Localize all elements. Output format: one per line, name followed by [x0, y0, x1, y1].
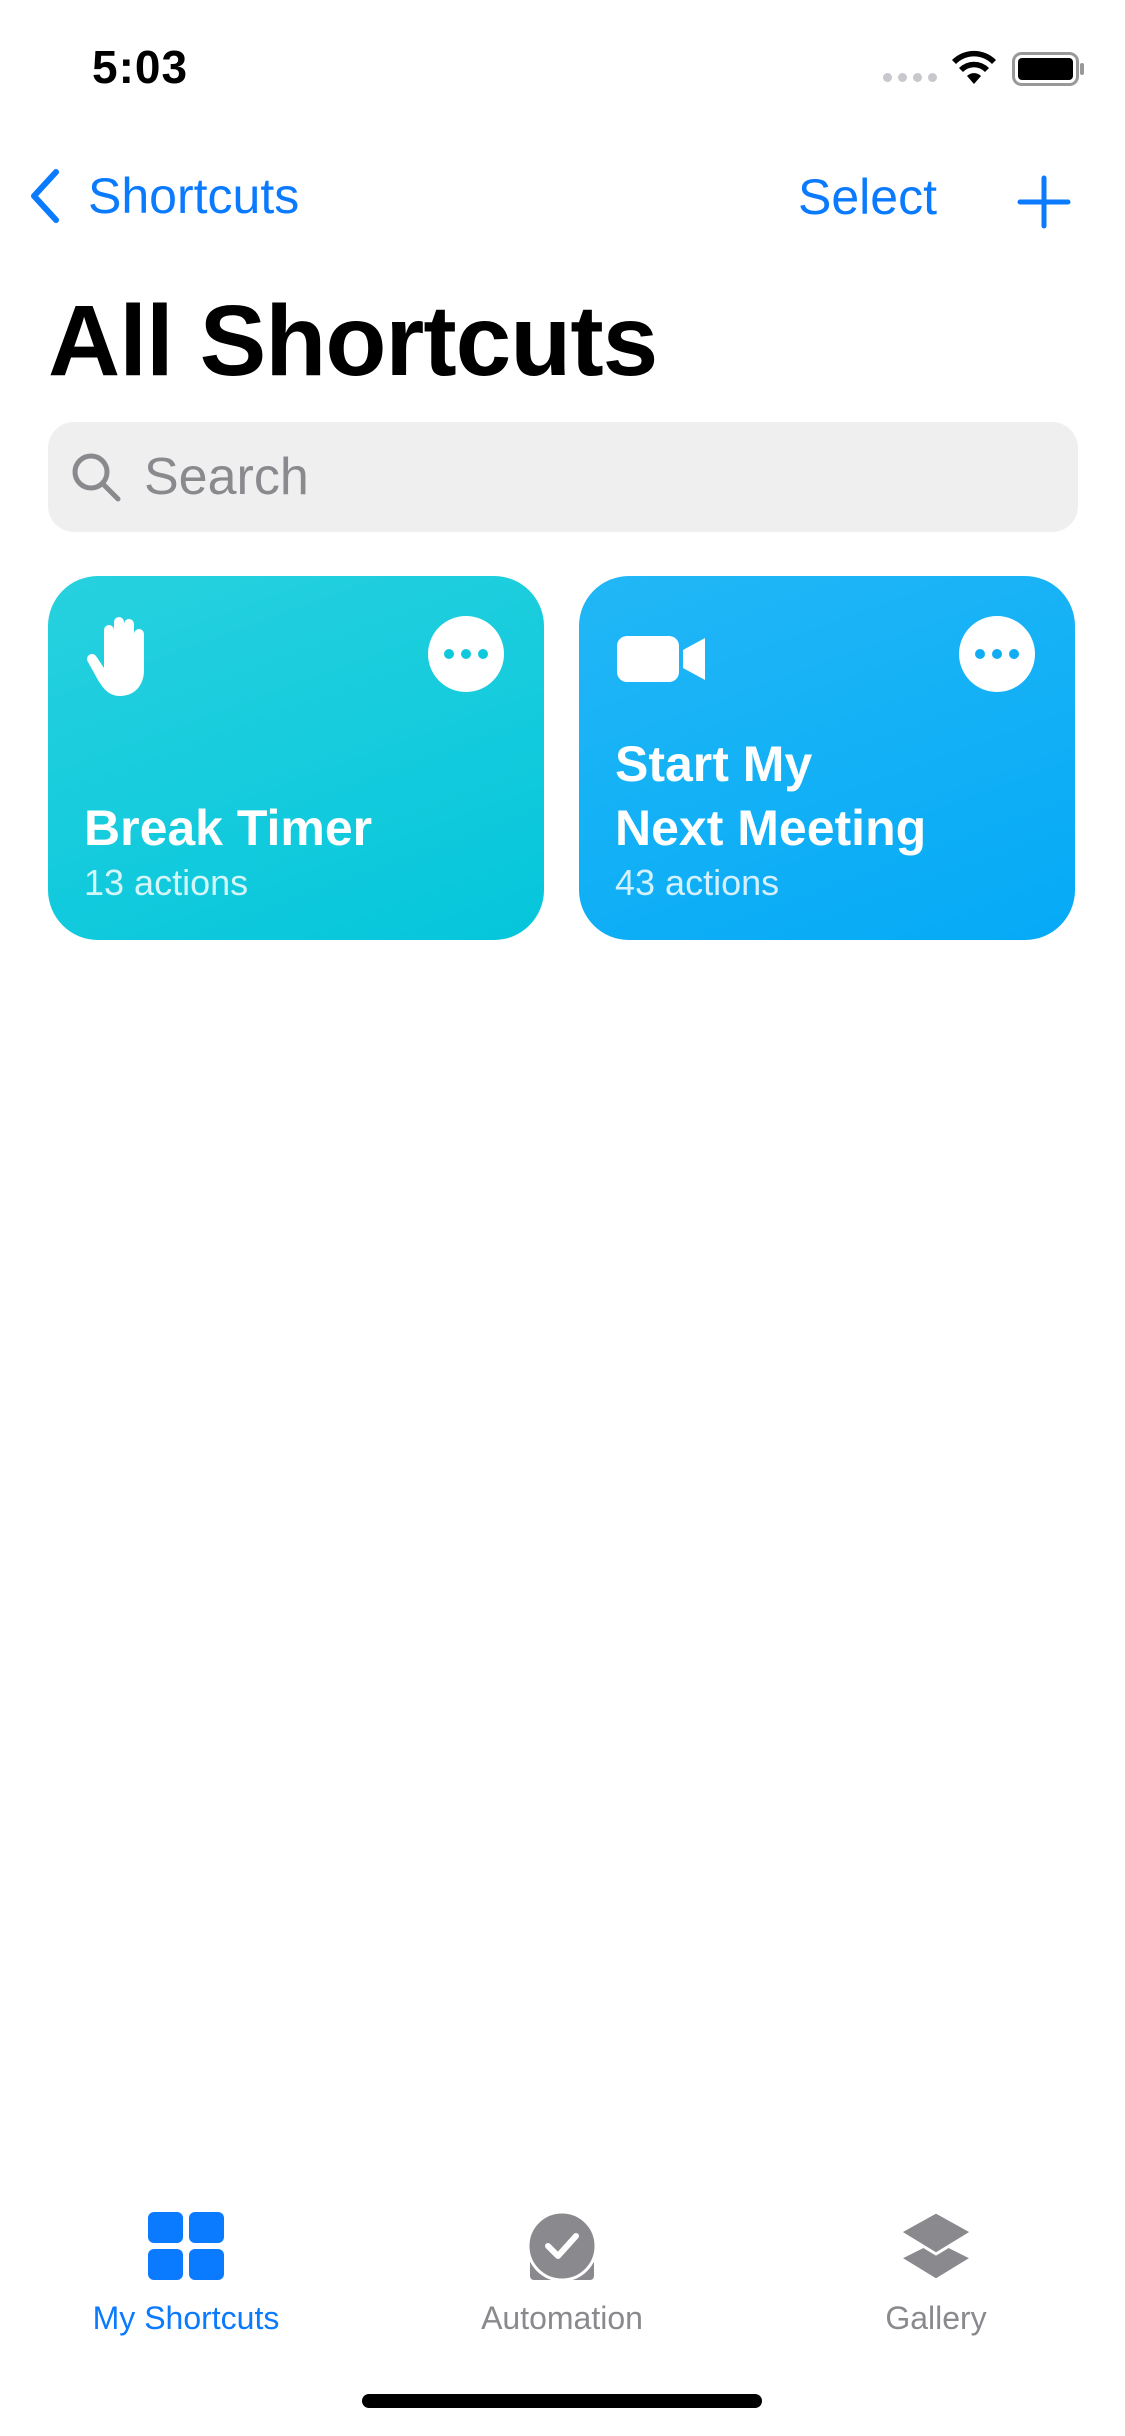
shortcut-title-line: Next Meeting — [615, 800, 927, 856]
wifi-icon — [952, 50, 996, 84]
tab-my-shortcuts[interactable]: My Shortcuts — [56, 2190, 316, 2340]
cellular-signal-icon — [883, 73, 937, 82]
tab-label: Gallery — [885, 2300, 987, 2336]
video-camera-icon — [617, 636, 705, 682]
select-button[interactable]: Select — [798, 168, 937, 226]
shortcut-tile-start-my-next-meeting[interactable]: Start My Next Meeting 43 actions — [579, 576, 1075, 940]
grid-icon — [148, 2212, 224, 2280]
shortcuts-screen: 5:03 Shortcuts Select All Shortcuts Sear… — [0, 0, 1125, 2436]
shortcut-title: Break Timer — [84, 800, 373, 856]
shortcut-action-count: 43 actions — [615, 862, 780, 903]
search-bar[interactable] — [48, 422, 1078, 532]
back-button-label: Shortcuts — [88, 168, 300, 224]
layers-icon — [898, 2210, 974, 2282]
tab-label: Automation — [481, 2300, 643, 2336]
chevron-left-icon — [31, 169, 59, 223]
battery-icon — [1012, 52, 1084, 86]
home-indicator[interactable] — [362, 2394, 762, 2408]
shortcut-title-line: Start My — [615, 736, 813, 792]
clock-check-icon — [526, 2210, 598, 2282]
shortcut-title: Start My Next Meeting — [615, 732, 1055, 860]
more-options-button[interactable] — [959, 616, 1035, 692]
shortcut-action-count: 13 actions — [84, 862, 249, 903]
plus-icon[interactable] — [1016, 174, 1072, 230]
tab-label: My Shortcuts — [92, 2300, 280, 2336]
tab-bar: My Shortcuts Automation Gallery — [0, 2190, 1125, 2350]
more-options-button[interactable] — [428, 616, 504, 692]
tab-gallery[interactable]: Gallery — [806, 2190, 1066, 2340]
search-input[interactable] — [144, 447, 1024, 507]
shortcut-tile-break-timer[interactable]: Break Timer 13 actions — [48, 576, 544, 940]
hand-raised-icon — [87, 617, 144, 696]
tab-automation[interactable]: Automation — [432, 2190, 692, 2340]
page-title: All Shortcuts — [48, 285, 658, 397]
back-button[interactable]: Shortcuts — [26, 166, 299, 226]
status-time: 5:03 — [92, 41, 189, 93]
search-icon — [72, 453, 121, 502]
